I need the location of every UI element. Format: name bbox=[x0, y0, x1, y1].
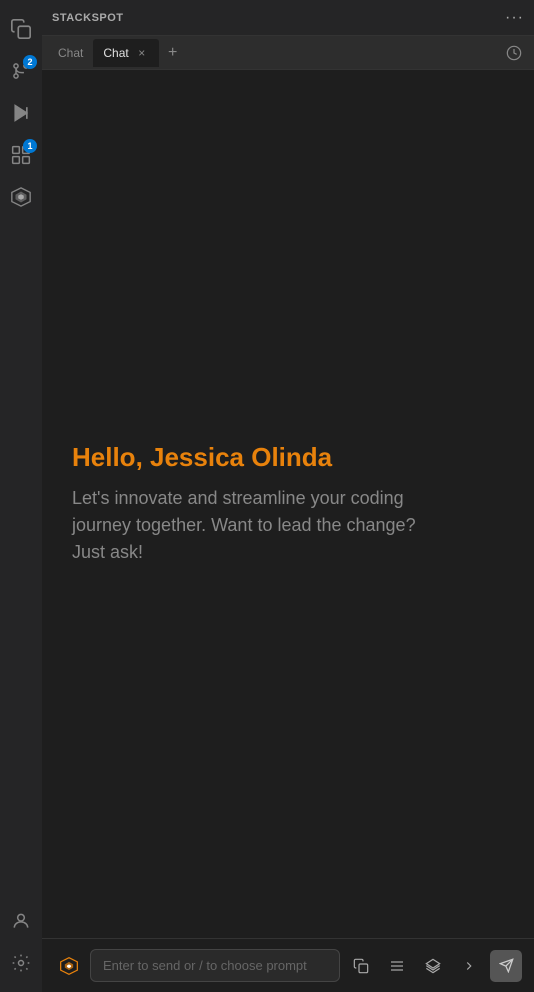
tab-chat-label: Chat bbox=[103, 46, 128, 60]
greeting-name: Hello, Jessica Olinda bbox=[72, 442, 332, 473]
tab-chat-inactive[interactable]: Chat bbox=[48, 39, 93, 67]
main-panel: STACKSPOT ··· Chat Chat × + Hello, Jessi… bbox=[42, 0, 534, 992]
extensions-badge: 1 bbox=[23, 139, 37, 153]
sidebar-item-settings[interactable] bbox=[3, 945, 39, 981]
sidebar-item-copy[interactable] bbox=[3, 11, 39, 47]
copy-to-clipboard-button[interactable] bbox=[346, 951, 376, 981]
sidebar-item-stackspot[interactable] bbox=[3, 179, 39, 215]
sidebar-item-source-control[interactable]: 2 bbox=[3, 53, 39, 89]
chat-area: Hello, Jessica Olinda Let's innovate and… bbox=[42, 70, 534, 938]
sidebar-bottom bbox=[3, 900, 39, 984]
source-control-badge: 2 bbox=[23, 55, 37, 69]
sidebar-item-extensions[interactable]: 1 bbox=[3, 137, 39, 173]
stackspot-logo-button[interactable] bbox=[54, 951, 84, 981]
expand-button[interactable] bbox=[454, 951, 484, 981]
more-options-icon[interactable]: ··· bbox=[505, 9, 524, 27]
new-tab-button[interactable]: + bbox=[161, 41, 185, 65]
greeting-subtitle: Let's innovate and streamline your codin… bbox=[72, 485, 452, 566]
chat-input[interactable] bbox=[90, 949, 340, 982]
history-button[interactable] bbox=[500, 39, 528, 67]
sidebar: 2 1 bbox=[0, 0, 42, 992]
tabs-bar: Chat Chat × + bbox=[42, 36, 534, 70]
panel-header: STACKSPOT ··· bbox=[42, 0, 534, 36]
tab-chat-active[interactable]: Chat × bbox=[93, 39, 158, 67]
sidebar-item-account[interactable] bbox=[3, 903, 39, 939]
sidebar-item-run[interactable] bbox=[3, 95, 39, 131]
panel-title: STACKSPOT bbox=[52, 12, 124, 24]
tab-close-button[interactable]: × bbox=[135, 46, 149, 60]
list-button[interactable] bbox=[382, 951, 412, 981]
input-area bbox=[42, 938, 534, 992]
layers-button[interactable] bbox=[418, 951, 448, 981]
send-button[interactable] bbox=[490, 950, 522, 982]
